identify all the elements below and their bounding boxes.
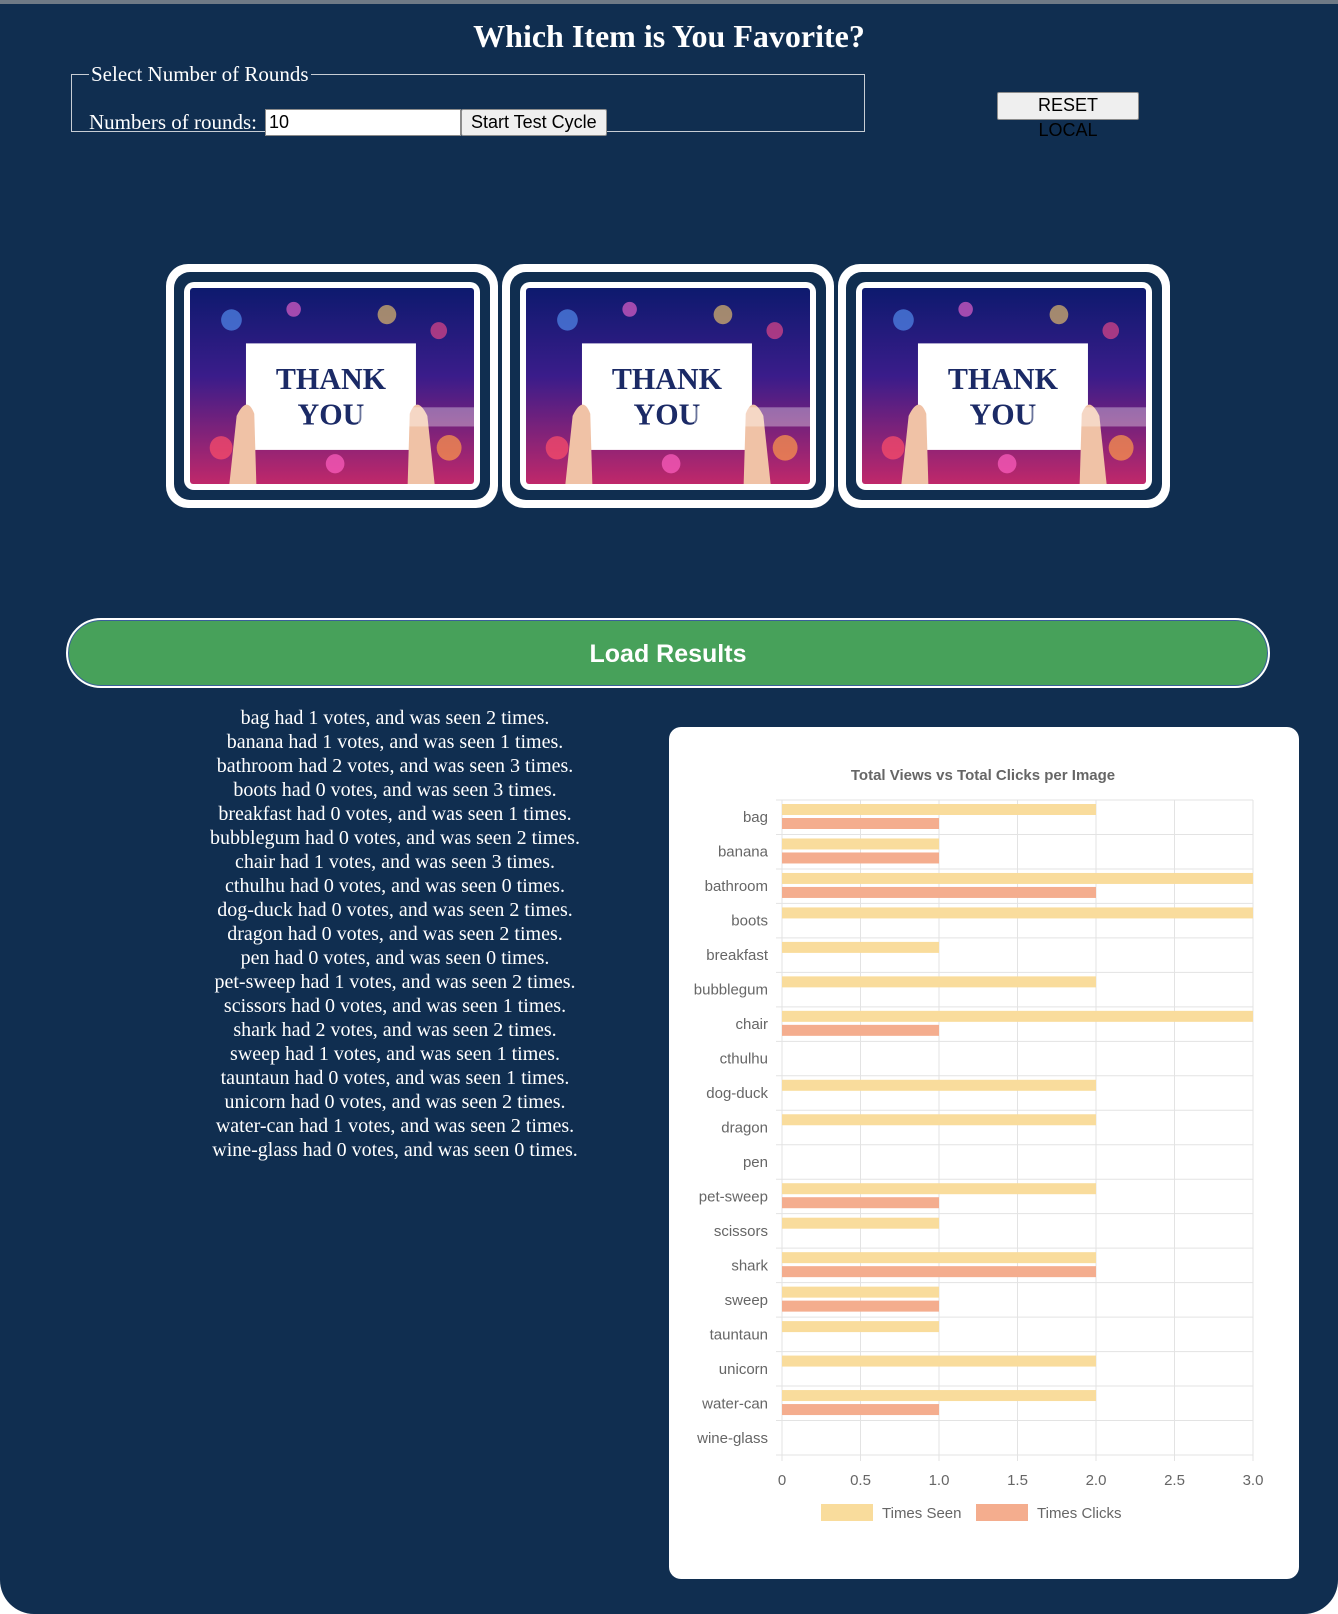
- y-tick-label: dragon: [721, 1120, 768, 1137]
- x-tick-label: 0: [778, 1472, 786, 1489]
- rounds-legend: Select Number of Rounds: [91, 62, 309, 86]
- result-line: chair had 1 votes, and was seen 3 times.: [235, 851, 555, 873]
- y-tick-label: pet-sweep: [699, 1188, 768, 1205]
- bar-times-clicks: [782, 1024, 939, 1036]
- bar-times-seen: [782, 907, 1253, 919]
- legend-swatch[interactable]: [976, 1504, 1028, 1521]
- result-line: shark had 2 votes, and was seen 2 times.: [233, 1019, 557, 1041]
- you-text: YOU: [298, 397, 365, 431]
- y-tick-label: banana: [718, 844, 769, 861]
- reset-local-button[interactable]: RESET LOCAL: [997, 92, 1139, 140]
- bar-times-clicks: [782, 818, 939, 829]
- bar-times-seen: [782, 1114, 1096, 1126]
- rounds-row: Numbers of rounds: Start Test Cycle: [89, 109, 607, 136]
- results-list: bag had 1 votes, and was seen 2 times. b…: [170, 706, 620, 1162]
- bar-times-clicks: [782, 1197, 939, 1209]
- thank-you-image[interactable]: THANK YOU: [190, 288, 474, 484]
- bar-times-clicks: [782, 1266, 1096, 1278]
- legend-label[interactable]: Times Clicks: [1037, 1505, 1121, 1522]
- result-line: pet-sweep had 1 votes, and was seen 2 ti…: [214, 971, 576, 993]
- y-tick-label: dog-duck: [706, 1085, 768, 1102]
- start-test-cycle-button[interactable]: Start Test Cycle: [460, 109, 607, 136]
- thank-you-image[interactable]: THANK YOU: [526, 288, 810, 484]
- result-line: dragon had 0 votes, and was seen 2 times…: [227, 923, 563, 945]
- y-tick-label: bag: [743, 809, 768, 826]
- x-tick-label: 1.0: [929, 1472, 950, 1489]
- thank-text: THANK: [276, 362, 386, 396]
- legend-label[interactable]: Times Seen: [882, 1505, 961, 1522]
- bar-times-seen: [782, 1355, 1096, 1367]
- you-text: YOU: [970, 397, 1037, 431]
- rounds-fieldset: Select Number of Rounds Numbers of round…: [71, 62, 865, 136]
- y-tick-label: bathroom: [705, 878, 768, 895]
- x-tick-label: 1.5: [1007, 1472, 1028, 1489]
- results-bar-chart: Total Views vs Total Clicks per Image ba…: [694, 767, 1264, 1522]
- result-line: breakfast had 0 votes, and was seen 1 ti…: [218, 803, 572, 825]
- bar-times-seen: [782, 1286, 939, 1298]
- bar-times-clicks: [782, 1300, 939, 1312]
- bar-times-seen: [782, 872, 1253, 884]
- product-image-card-1[interactable]: THANK YOU: [166, 264, 498, 508]
- y-tick-label: bubblegum: [694, 982, 768, 999]
- y-tick-label: chair: [735, 1016, 768, 1033]
- bar-times-seen: [782, 804, 1096, 815]
- result-line: unicorn had 0 votes, and was seen 2 time…: [224, 1091, 566, 1113]
- y-tick-label: boots: [731, 913, 768, 930]
- you-text: YOU: [634, 397, 701, 431]
- results-chart-card: Total Views vs Total Clicks per Image ba…: [669, 727, 1299, 1579]
- bar-times-seen: [782, 1252, 1096, 1264]
- result-line: tauntaun had 0 votes, and was seen 1 tim…: [220, 1067, 570, 1089]
- bar-times-seen: [782, 976, 1096, 988]
- y-tick-label: shark: [731, 1257, 768, 1274]
- result-line: scissors had 0 votes, and was seen 1 tim…: [223, 995, 567, 1017]
- result-line: banana had 1 votes, and was seen 1 times…: [226, 731, 564, 753]
- y-tick-label: cthulhu: [720, 1051, 768, 1068]
- product-image-card-2[interactable]: THANK YOU: [502, 264, 834, 508]
- result-line: bathroom had 2 votes, and was seen 3 tim…: [216, 755, 574, 777]
- page: Which Item is You Favorite? Select Numbe…: [0, 0, 1338, 1614]
- result-line: wine-glass had 0 votes, and was seen 0 t…: [212, 1139, 578, 1161]
- bar-times-clicks: [782, 1404, 939, 1416]
- thank-text: THANK: [612, 362, 722, 396]
- x-tick-label: 2.5: [1164, 1472, 1185, 1489]
- bar-times-seen: [782, 838, 939, 850]
- bar-times-seen: [782, 1010, 1253, 1022]
- bar-times-seen: [782, 1183, 1096, 1195]
- bar-times-clicks: [782, 852, 939, 864]
- bar-times-seen: [782, 1321, 939, 1333]
- result-line: bag had 1 votes, and was seen 2 times.: [240, 707, 550, 729]
- bar-times-seen: [782, 941, 939, 953]
- bar-times-clicks: [782, 886, 1096, 898]
- y-tick-label: unicorn: [719, 1361, 768, 1378]
- rounds-label: Numbers of rounds:: [89, 110, 257, 134]
- result-line: pen had 0 votes, and was seen 0 times.: [240, 947, 550, 969]
- load-results-button[interactable]: Load Results: [66, 618, 1270, 688]
- result-line: bubblegum had 0 votes, and was seen 2 ti…: [210, 827, 580, 849]
- legend-swatch[interactable]: [821, 1504, 873, 1521]
- page-title: Which Item is You Favorite?: [473, 18, 865, 54]
- result-line: cthulhu had 0 votes, and was seen 0 time…: [225, 875, 565, 897]
- bar-times-seen: [782, 1390, 1096, 1402]
- y-tick-label: scissors: [714, 1223, 768, 1240]
- x-tick-label: 2.0: [1086, 1472, 1107, 1489]
- thank-you-image[interactable]: THANK YOU: [862, 288, 1146, 484]
- y-tick-label: tauntaun: [710, 1326, 768, 1343]
- y-tick-label: wine-glass: [696, 1430, 768, 1447]
- y-tick-label: sweep: [725, 1292, 768, 1309]
- chart-title: Total Views vs Total Clicks per Image: [851, 767, 1115, 784]
- result-line: dog-duck had 0 votes, and was seen 2 tim…: [217, 899, 573, 921]
- product-image-card-3[interactable]: THANK YOU: [838, 264, 1170, 508]
- y-tick-label: pen: [743, 1154, 768, 1171]
- y-tick-label: breakfast: [706, 947, 769, 964]
- result-line: sweep had 1 votes, and was seen 1 times.: [230, 1043, 560, 1065]
- x-tick-label: 0.5: [850, 1472, 871, 1489]
- result-line: boots had 0 votes, and was seen 3 times.: [233, 779, 557, 801]
- x-tick-label: 3.0: [1243, 1472, 1264, 1489]
- thank-text: THANK: [948, 362, 1058, 396]
- rounds-input[interactable]: [264, 109, 461, 136]
- y-tick-label: water-can: [701, 1395, 768, 1412]
- bar-times-seen: [782, 1079, 1096, 1091]
- result-line: water-can had 1 votes, and was seen 2 ti…: [215, 1115, 575, 1137]
- bar-times-seen: [782, 1217, 939, 1229]
